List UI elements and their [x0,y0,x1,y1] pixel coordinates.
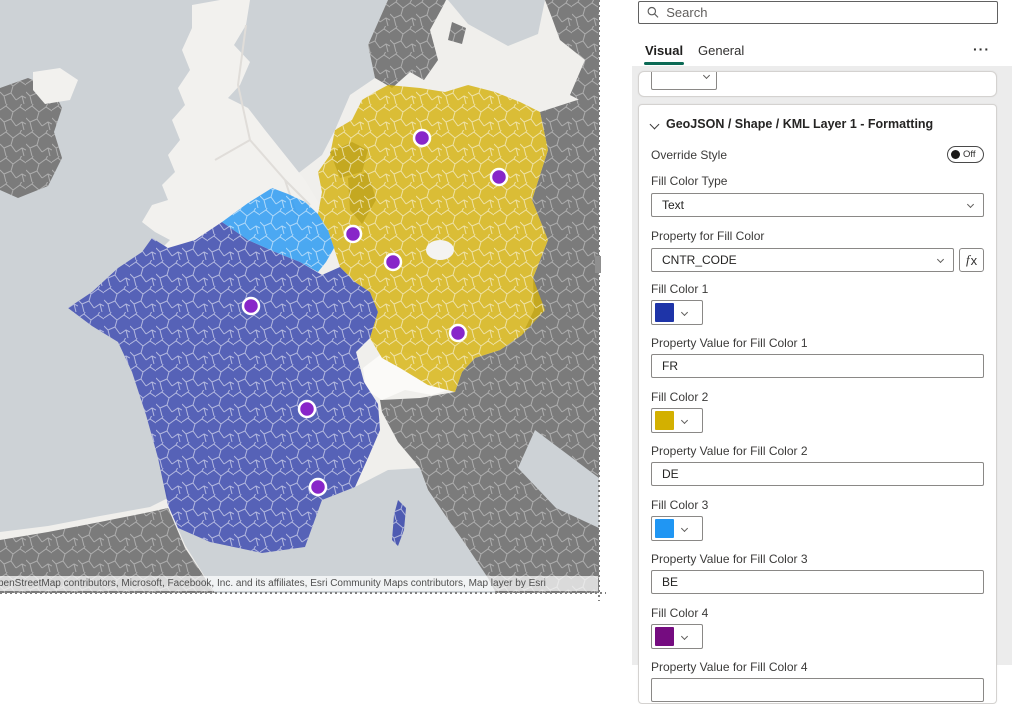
toggle-knob [951,150,960,159]
search-box[interactable] [638,1,998,24]
fill-color-4-swatch [655,627,674,646]
map-visual[interactable]: penStreetMap contributors, Microsoft, Fa… [0,0,599,593]
property-value-1-field [651,354,984,378]
map-marker[interactable] [414,130,430,146]
collapse-chevron-icon[interactable] [650,119,660,129]
fx-label: x [971,253,978,268]
section-header[interactable]: GeoJSON / Shape / KML Layer 1 - Formatti… [651,115,984,133]
map-marker[interactable] [345,226,361,242]
map-marker[interactable] [299,401,315,417]
fill-color-type-value: Text [662,198,684,212]
toggle-state-label: Off [963,149,976,160]
map-attribution: penStreetMap contributors, Microsoft, Fa… [0,576,598,591]
formatting-card: GeoJSON / Shape / KML Layer 1 - Formatti… [638,104,997,704]
tab-visual[interactable]: Visual [645,43,683,58]
property-value-4-input[interactable] [662,683,973,697]
fill-color-1-swatch [655,303,674,322]
tab-general[interactable]: General [698,43,744,58]
chevron-down-icon [681,633,688,640]
fill-color-4-label: Fill Color 4 [651,606,984,620]
property-value-2-input[interactable] [662,467,973,481]
property-value-3-field [651,570,984,594]
map-marker[interactable] [450,325,466,341]
chevron-down-icon [937,256,944,263]
fill-color-1-picker[interactable] [651,300,703,325]
search-input[interactable] [666,5,989,20]
property-value-4-field [651,678,984,702]
fill-color-1-label: Fill Color 1 [651,282,984,296]
map-marker[interactable] [310,479,326,495]
property-value-2-field [651,462,984,486]
property-for-fill-dropdown[interactable]: CNTR_CODE [651,248,954,272]
override-style-toggle[interactable]: Off [947,146,984,163]
scrolled-card-fragment [638,71,997,97]
chevron-down-icon [681,417,688,424]
fill-color-type-dropdown[interactable]: Text [651,193,984,217]
fill-color-3-swatch [655,519,674,538]
fill-color-type-label: Fill Color Type [651,174,984,188]
property-value-1-input[interactable] [662,359,973,373]
property-value-3-input[interactable] [662,575,973,589]
map-marker[interactable] [385,254,401,270]
map-marker[interactable] [243,298,259,314]
fill-color-4-picker[interactable] [651,624,703,649]
chevron-down-icon [681,309,688,316]
truncated-dropdown[interactable] [651,71,717,90]
search-icon [647,6,659,19]
fill-color-3-label: Fill Color 3 [651,498,984,512]
visual-selection-border-bottom[interactable] [0,592,606,594]
property-value-3-label: Property Value for Fill Color 3 [651,552,984,566]
section-title: GeoJSON / Shape / KML Layer 1 - Formatti… [666,117,933,131]
property-value-4-label: Property Value for Fill Color 4 [651,660,984,674]
more-options-icon[interactable]: ··· [973,41,990,57]
fill-color-2-label: Fill Color 2 [651,390,984,404]
visual-selection-border-right[interactable] [598,0,600,601]
property-value-1-label: Property Value for Fill Color 1 [651,336,984,350]
property-for-fill-label: Property for Fill Color [651,229,984,243]
map-marker[interactable] [491,169,507,185]
chevron-down-icon [681,525,688,532]
chevron-down-icon [967,201,974,208]
visual-resize-handle[interactable] [595,256,601,273]
fill-color-3-picker[interactable] [651,516,703,541]
format-pane-header: Visual General ··· [632,0,1012,66]
germany-data-gap [426,240,454,260]
property-value-2-label: Property Value for Fill Color 2 [651,444,984,458]
europe-map[interactable] [0,0,599,593]
chevron-down-icon [703,72,710,79]
property-for-fill-value: CNTR_CODE [662,253,737,267]
format-pane: Visual General ··· GeoJSON / Shape / KML… [632,0,1012,665]
fx-conditional-format-button[interactable]: fx [959,248,984,272]
fill-color-2-picker[interactable] [651,408,703,433]
override-style-label: Override Style [651,148,727,162]
fill-color-2-swatch [655,411,674,430]
